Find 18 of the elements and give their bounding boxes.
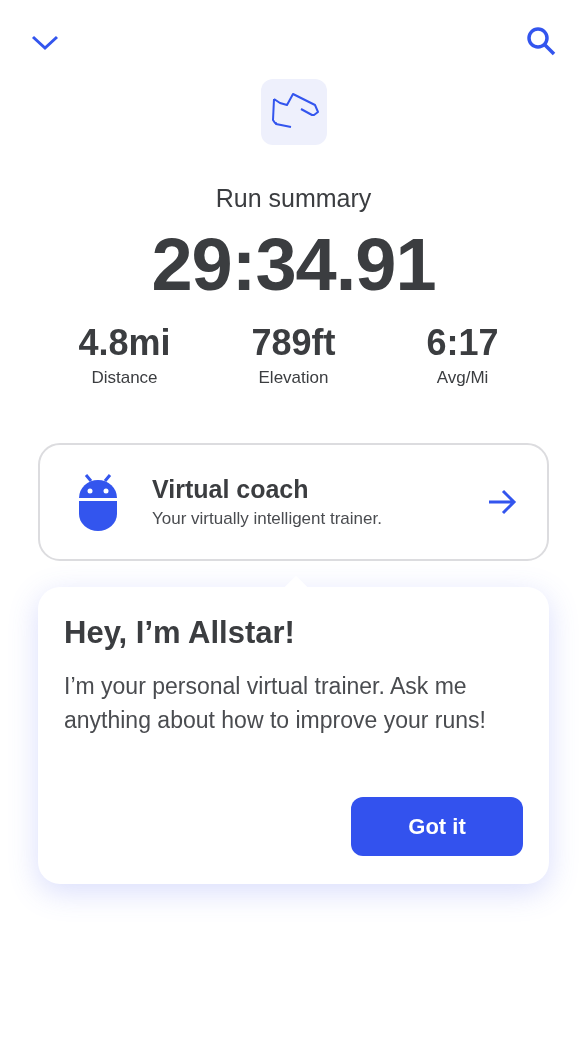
stat-value: 789ft [251,321,336,365]
card-subtitle: Your virtually intelligent trainer. [152,508,383,530]
robot-icon [78,472,118,532]
card-title: Virtual coach [152,474,310,504]
screen-title: Run summary [214,183,373,213]
stat-label: Distance [91,367,158,389]
tooltip-body: I’m your personal virtual trainer. Ask me anything about how to improve your runs! [64,672,487,735]
coach-card[interactable]: Virtual coach Your virtually intelligent trainer. [38,443,549,561]
stat-value: 4.8mi [78,321,171,365]
route-map-icon [260,79,327,145]
got-it-button[interactable]: Got it [351,797,523,856]
run-time: 29:34.91 [150,223,437,307]
search-icon[interactable] [525,25,557,57]
stat-label: Elevation [258,367,329,389]
stat-value: 6:17 [426,321,499,365]
tooltip-title: Hey, I’m Allstar! [64,614,296,652]
stat-label: Avg/Mi [436,367,489,389]
arrow-right-icon [487,489,517,515]
